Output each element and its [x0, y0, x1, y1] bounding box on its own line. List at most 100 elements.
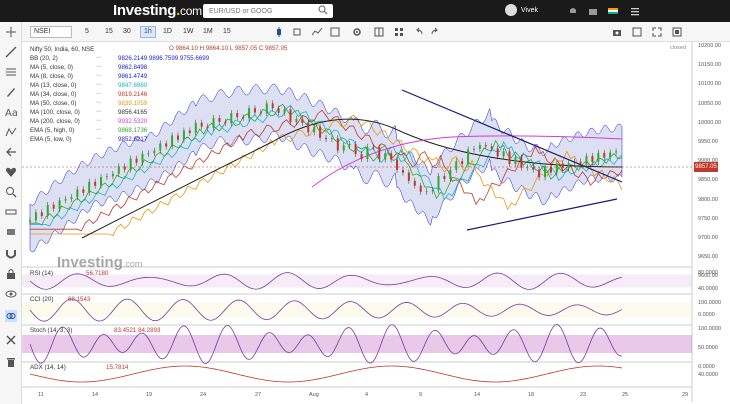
stoch-band — [22, 335, 692, 353]
legend-row[interactable]: MA (50, close, 0) ▫▫▫ 9839.1059 — [30, 99, 209, 108]
legend-row[interactable]: BB (20, 2) ▫▫▫ 9826.2149 9896.7599 9755.66… — [30, 54, 209, 63]
candle-body — [325, 137, 327, 140]
candle-body — [117, 166, 120, 174]
search-icon[interactable] — [318, 5, 328, 15]
candle-body — [307, 123, 310, 133]
candle-type-icon[interactable] — [274, 27, 284, 37]
lines-icon[interactable] — [5, 66, 17, 78]
subpanel-axis-label: 0.0000 — [698, 364, 715, 370]
redo-icon[interactable] — [430, 27, 440, 37]
india-flag-icon[interactable] — [608, 6, 618, 16]
drawing-toolbar: Aa — [0, 22, 22, 404]
compare-icon[interactable] — [292, 27, 302, 37]
link-icon[interactable] — [5, 310, 17, 322]
window-icon[interactable] — [632, 27, 642, 37]
fullscreen-icon[interactable] — [652, 27, 662, 37]
legend-row[interactable]: MA (100, close, 0) ▫▫▫ 9856.4165 — [30, 108, 209, 117]
chart-area[interactable]: Investing.com Nifty 50, India, 60, NSE B… — [22, 42, 730, 404]
candle-body — [496, 148, 499, 157]
heart-icon[interactable] — [5, 166, 17, 178]
legend-row[interactable]: MA (8, close, 0) ▫▫▫ 9861.4749 — [30, 72, 209, 81]
bell-icon[interactable] — [568, 6, 578, 16]
indicator-controls[interactable]: ▫▫▫ — [96, 135, 116, 144]
indicator-controls[interactable]: ▫▫▫ — [96, 63, 116, 72]
legend-row[interactable]: EMA (5, low, 0) ▫▫▫ 9852.6217 — [30, 135, 209, 144]
camera-icon[interactable] — [612, 27, 622, 37]
indicator-controls[interactable]: ▫▫▫ — [96, 90, 116, 99]
indicator-controls[interactable]: ▫▫▫ — [96, 54, 116, 63]
candle-body — [579, 161, 582, 164]
zoom-in-icon[interactable] — [5, 186, 17, 198]
grid-icon[interactable] — [394, 27, 404, 37]
subpanel-axis-label: 100.0000 — [698, 300, 721, 306]
indicator-controls[interactable]: ▫▫▫ — [96, 99, 116, 108]
text-tool-icon[interactable]: Aa — [5, 106, 17, 118]
search-input[interactable] — [203, 4, 333, 18]
eraser-icon[interactable] — [5, 226, 17, 238]
candle-body — [277, 108, 280, 113]
candle-body — [76, 189, 79, 198]
y-axis-label: 10200.00 — [698, 43, 721, 49]
indicator-controls[interactable]: ▫▫▫ — [96, 117, 116, 126]
candle-body — [378, 147, 381, 160]
indicator-controls[interactable]: ▫▫▫ — [96, 126, 116, 135]
timeframe-5[interactable]: 5 — [82, 26, 92, 38]
template-icon[interactable] — [330, 27, 340, 37]
timeframe-1M[interactable]: 1M — [200, 26, 216, 38]
timeframe-1h[interactable]: 1h — [140, 26, 156, 38]
timeframe-1W[interactable]: 1W — [180, 26, 197, 38]
candle-body — [147, 153, 150, 155]
indicator-name: MA (34, close, 0) — [30, 91, 77, 98]
y-axis-label: 9800.00 — [698, 196, 718, 203]
candle-body — [555, 163, 558, 173]
legend-row[interactable]: MA (200, close, 0) ▫▫▫ 9932.5320 — [30, 117, 209, 126]
expand-icon[interactable] — [672, 27, 682, 37]
x-axis-label: 4 — [365, 392, 369, 398]
candle-body — [419, 185, 422, 192]
settings-icon[interactable] — [5, 334, 17, 346]
candle-body — [271, 103, 274, 109]
trash-icon[interactable] — [5, 356, 17, 368]
legend-row[interactable]: EMA (5, high, 0) ▫▫▫ 9868.1736 — [30, 126, 209, 135]
candle-body — [212, 117, 215, 129]
x-axis-label: 9 — [419, 392, 423, 398]
user-menu[interactable]: Vivek — [505, 4, 538, 16]
timeframe-1D[interactable]: 1D — [160, 26, 175, 38]
pattern-icon[interactable] — [5, 126, 17, 138]
menu-icon[interactable] — [630, 6, 640, 16]
investing-watermark: Investing.com — [57, 254, 143, 271]
trend-line-icon[interactable] — [5, 46, 17, 58]
legend-row[interactable]: MA (34, close, 0) ▫▫▫ 9819.2146 — [30, 90, 209, 99]
magnet-icon[interactable] — [5, 248, 17, 260]
lock-icon[interactable] — [5, 268, 17, 280]
timeframe-15[interactable]: 15 — [220, 26, 234, 38]
gear-icon[interactable] — [352, 27, 362, 37]
subpanel-axis-label: 80.0000 — [698, 270, 718, 276]
site-logo[interactable]: Investing.com — [113, 2, 202, 19]
indicator-controls[interactable]: ▫▫▫ — [96, 108, 116, 117]
measure-icon[interactable] — [5, 206, 17, 218]
indicator-controls[interactable]: ▫▫▫ — [96, 81, 116, 90]
indicator-value: 9847.6960 — [118, 82, 148, 89]
visibility-icon[interactable] — [5, 288, 17, 300]
timeframe-15[interactable]: 15 — [102, 26, 116, 38]
crosshair-icon[interactable] — [5, 26, 17, 38]
brush-icon[interactable] — [5, 86, 17, 98]
layout-icon[interactable] — [374, 27, 384, 37]
candle-body — [597, 152, 600, 162]
undo-icon[interactable] — [414, 27, 424, 37]
symbol-input[interactable]: NSEI — [30, 26, 72, 38]
legend-row[interactable]: MA (5, close, 0) ▫▫▫ 9862.8498 — [30, 63, 209, 72]
candle-body — [514, 157, 517, 164]
candle-body — [218, 117, 221, 122]
candle-body — [484, 145, 487, 147]
candle-body — [242, 117, 245, 119]
indicator-controls[interactable]: ▫▫▫ — [96, 72, 116, 81]
candle-body — [609, 152, 612, 158]
timeframe-30[interactable]: 30 — [120, 26, 134, 38]
legend-row[interactable]: MA (13, close, 0) ▫▫▫ 9847.6960 — [30, 81, 209, 90]
portfolio-icon[interactable] — [588, 6, 598, 16]
indicators-icon[interactable] — [312, 27, 322, 37]
logo-suffix: com — [180, 4, 202, 18]
arrow-icon[interactable] — [5, 146, 17, 158]
